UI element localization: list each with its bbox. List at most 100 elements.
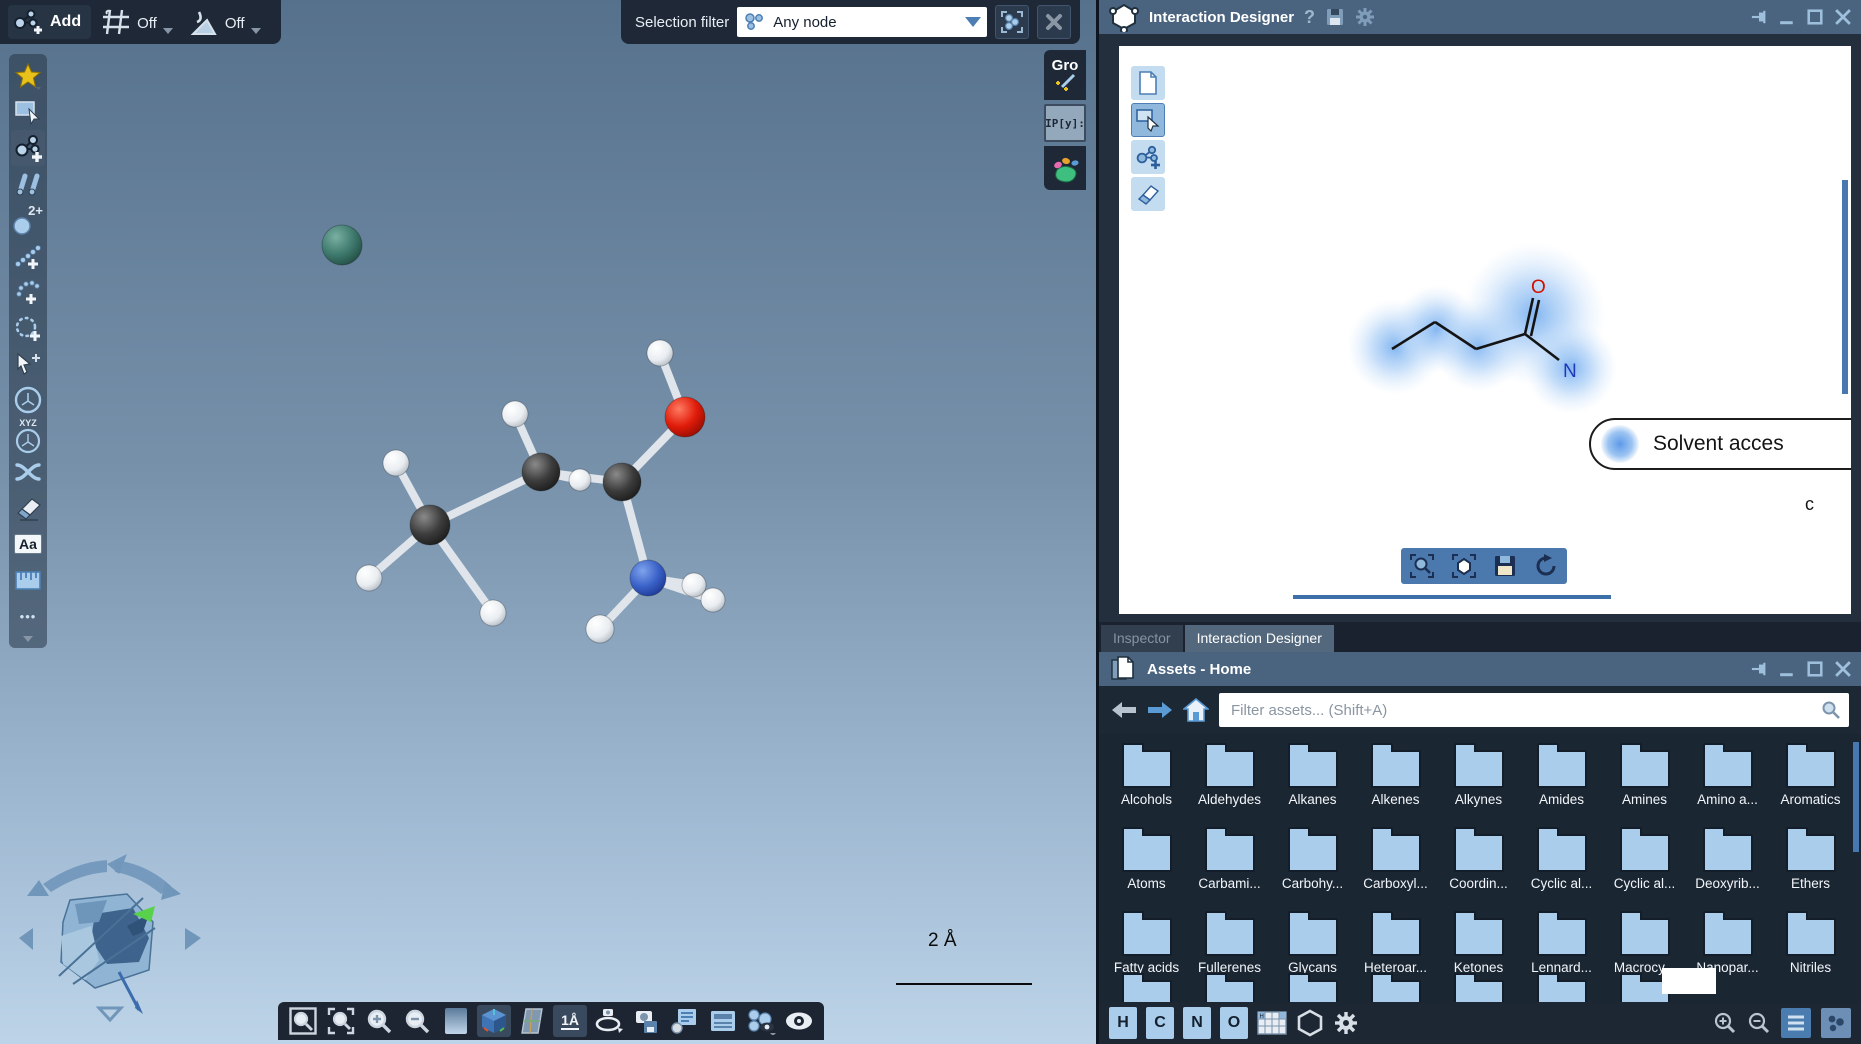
snap-angle-toggle[interactable]: Off <box>183 4 267 40</box>
text-label-tool-button[interactable]: Aa <box>11 526 45 562</box>
help-button[interactable]: ? <box>1304 7 1315 28</box>
clear-selection-button[interactable] <box>1037 5 1071 39</box>
folder-item[interactable]: Deoxyrib... <box>1686 826 1769 902</box>
list-view-button[interactable] <box>1781 1008 1811 1038</box>
add-bond-tool-button[interactable] <box>11 166 45 202</box>
gear-icon[interactable] <box>1355 7 1375 27</box>
carbon-atom[interactable] <box>410 505 450 545</box>
tab-interaction-designer[interactable]: Interaction Designer <box>1185 625 1334 652</box>
reset-view-button[interactable] <box>1533 553 1559 579</box>
minimize-icon[interactable] <box>1779 661 1795 677</box>
visibility-button[interactable] <box>782 1005 816 1037</box>
orbit-camera-button[interactable] <box>591 1005 625 1037</box>
close-icon[interactable] <box>1835 661 1851 677</box>
search-icon[interactable] <box>1821 700 1841 720</box>
strip-expand-arrow-icon[interactable] <box>23 636 33 642</box>
oxygen-atom[interactable] <box>665 397 705 437</box>
add-ring-tool-button[interactable] <box>11 310 45 346</box>
folder-item[interactable]: Amines <box>1603 742 1686 818</box>
filter-assets-input[interactable] <box>1219 693 1849 727</box>
add-chain-tool-button[interactable] <box>11 238 45 274</box>
add-ion-tool-button[interactable]: 2+ <box>11 202 45 238</box>
select-molecule-button[interactable] <box>1451 553 1477 579</box>
hydrogen-atom[interactable] <box>383 450 409 476</box>
zoom-in-assets-button[interactable] <box>1713 1011 1737 1035</box>
hydrogen-atom[interactable] <box>647 340 673 366</box>
ion-atom[interactable] <box>322 225 362 265</box>
save-camera-button[interactable] <box>629 1005 663 1037</box>
folder-item[interactable]: Cyclic al... <box>1603 826 1686 902</box>
sketch-2d-molecule[interactable]: O N <box>1119 46 1851 614</box>
pin-icon[interactable] <box>1751 661 1767 677</box>
chevron-down-icon[interactable] <box>251 28 261 34</box>
folder-item[interactable]: Amino a... <box>1686 742 1769 818</box>
rename-input-box[interactable] <box>1662 968 1716 994</box>
folder-icon[interactable] <box>1454 980 1504 1002</box>
zoom-in-button[interactable] <box>362 1005 396 1037</box>
map-widget-button[interactable] <box>1044 146 1086 190</box>
folder-icon[interactable] <box>1122 980 1172 1002</box>
chevron-down-icon[interactable] <box>163 28 173 34</box>
close-icon[interactable] <box>1835 9 1851 25</box>
folder-item[interactable]: Aldehydes <box>1188 742 1271 818</box>
save-icon[interactable] <box>1325 7 1345 27</box>
move-atoms-tool-button[interactable] <box>11 346 45 382</box>
assets-grid[interactable]: AlcoholsAldehydesAlkanesAlkenesAlkynesAm… <box>1099 734 1861 1002</box>
twister-tool-button[interactable] <box>11 382 45 418</box>
folder-item[interactable]: Ethers <box>1769 826 1852 902</box>
folder-icon[interactable] <box>1205 980 1255 1002</box>
folder-item[interactable]: Carbohy... <box>1271 826 1354 902</box>
carbon-atom[interactable] <box>522 453 560 491</box>
hydrogen-atom[interactable] <box>356 565 382 591</box>
element-button-o[interactable]: O <box>1220 1007 1248 1039</box>
zoom-out-button[interactable] <box>400 1005 434 1037</box>
favorites-button[interactable] <box>11 58 45 94</box>
eraser-tool-button[interactable] <box>11 490 45 526</box>
grow-button[interactable]: Gro <box>1044 50 1086 100</box>
navigation-gizmo[interactable] <box>15 852 205 1037</box>
add-button[interactable]: Add <box>8 5 91 39</box>
presentation-button[interactable] <box>706 1005 740 1037</box>
grid-plane-toggle-button[interactable] <box>515 1005 549 1037</box>
element-button-c[interactable]: C <box>1146 1007 1174 1039</box>
minimize-icon[interactable] <box>1779 9 1795 25</box>
folder-icon[interactable] <box>1537 980 1587 1002</box>
snap-grid-toggle[interactable]: Off <box>95 4 179 40</box>
element-button-h[interactable]: H <box>1109 1007 1137 1039</box>
folder-item[interactable]: Alcohols <box>1105 742 1188 818</box>
more-tools-button[interactable]: ••• <box>11 598 45 634</box>
dropdown-arrow-icon[interactable] <box>965 17 981 27</box>
folder-item[interactable]: Alkanes <box>1271 742 1354 818</box>
canvas-vertical-scrollbar[interactable] <box>1842 180 1848 394</box>
zoom-to-selection-button[interactable] <box>324 1005 358 1037</box>
maximize-icon[interactable] <box>1807 9 1823 25</box>
hydrogen-atom[interactable] <box>586 615 614 643</box>
background-style-button[interactable] <box>439 1005 473 1037</box>
3d-viewport[interactable]: Add Off Off <box>0 0 1096 1044</box>
folder-item[interactable]: Amides <box>1520 742 1603 818</box>
gear-button[interactable] <box>1333 1010 1359 1036</box>
nitrogen-atom[interactable] <box>630 560 666 596</box>
folder-item[interactable]: Carboxyl... <box>1354 826 1437 902</box>
assets-vertical-scrollbar[interactable] <box>1853 742 1859 852</box>
zoom-fit-button[interactable] <box>1409 553 1435 579</box>
icon-view-button[interactable] <box>1821 1008 1851 1038</box>
folder-item[interactable]: Coordin... <box>1437 826 1520 902</box>
folder-item[interactable]: Alkenes <box>1354 742 1437 818</box>
folder-item[interactable]: Alkynes <box>1437 742 1520 818</box>
add-molecule-tool-button[interactable] <box>11 130 45 166</box>
selection-filter-dropdown[interactable]: Any node <box>737 7 987 37</box>
folder-icon[interactable] <box>1288 980 1338 1002</box>
ring-button[interactable] <box>1296 1009 1324 1037</box>
folder-icon[interactable] <box>1371 980 1421 1002</box>
ipython-console-button[interactable]: IP[y]: <box>1044 104 1086 142</box>
element-button-n[interactable]: N <box>1183 1007 1211 1039</box>
back-button[interactable] <box>1111 700 1137 720</box>
selection-visibility-button[interactable] <box>744 1005 778 1037</box>
tab-inspector[interactable]: Inspector <box>1101 625 1183 652</box>
hydrogen-atom[interactable] <box>502 401 528 427</box>
scale-bar-toggle-button[interactable]: 1Å <box>553 1005 587 1037</box>
view-cube-toggle-button[interactable] <box>477 1005 511 1037</box>
folder-item[interactable]: Atoms <box>1105 826 1188 902</box>
pin-icon[interactable] <box>1751 9 1767 25</box>
